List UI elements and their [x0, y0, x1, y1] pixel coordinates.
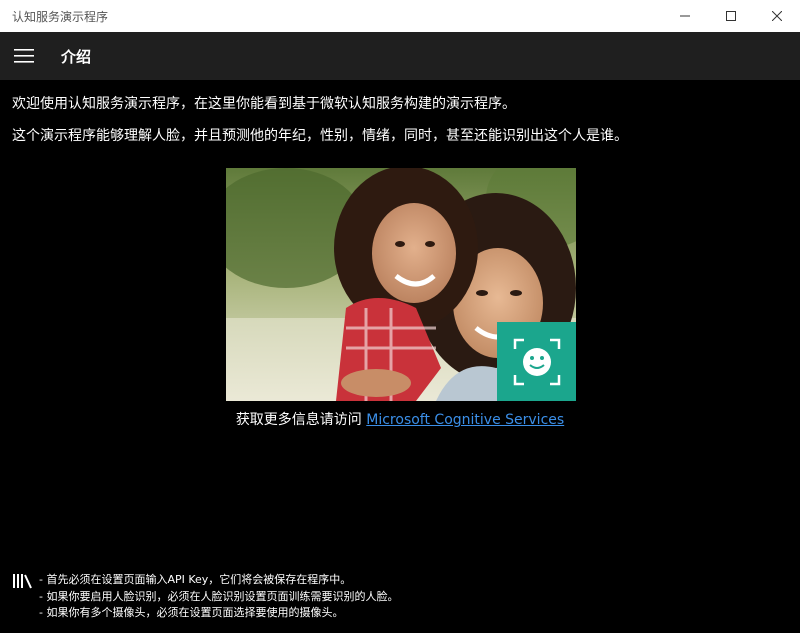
page-title: 介绍 [61, 48, 92, 66]
nav-header: 介绍 [0, 32, 800, 80]
maximize-button[interactable] [708, 0, 754, 32]
intro-text-capabilities: 这个演示程序能够理解人脸，并且预测他的年纪，性别，情绪，同时，甚至还能识别出这个… [12, 128, 628, 144]
maximize-icon [726, 11, 736, 21]
hero-image [226, 168, 576, 401]
footer-notes: - 首先必须在设置页面输入API Key，它们将会被保存在程序中。 - 如果你要… [0, 570, 800, 633]
minimize-icon [680, 15, 690, 17]
more-info-prefix: 获取更多信息请访问 [235, 412, 367, 428]
main-content: 欢迎使用认知服务演示程序，在这里你能看到基于微软认知服务构建的演示程序。 这个演… [0, 80, 800, 633]
note-item: - 如果你有多个摄像头，必须在设置页面选择要使用的摄像头。 [39, 606, 344, 619]
note-item: - 如果你要启用人脸识别，必须在人脸识别设置页面训练需要识别的人脸。 [39, 589, 399, 603]
more-info-line: 获取更多信息请访问 Microsoft Cognitive Services [0, 409, 800, 429]
notes-list: - 首先必须在设置页面输入API Key，它们将会被保存在程序中。 - 如果你要… [39, 572, 398, 622]
window-titlebar: 认知服务演示程序 [0, 0, 800, 32]
face-recognition-badge [497, 322, 576, 401]
microsoft-cognitive-services-link[interactable]: Microsoft Cognitive Services [366, 412, 564, 428]
close-button[interactable] [754, 0, 800, 32]
minimize-button[interactable] [662, 0, 708, 32]
library-books-icon [13, 574, 32, 589]
hamburger-menu-button[interactable] [0, 32, 48, 80]
window-title: 认知服务演示程序 [12, 10, 109, 24]
note-item: - 首先必须在设置页面输入API Key，它们将会被保存在程序中。 [39, 573, 352, 586]
close-icon [772, 11, 782, 21]
intro-text-welcome: 欢迎使用认知服务演示程序，在这里你能看到基于微软认知服务构建的演示程序。 [12, 96, 516, 112]
hamburger-icon [14, 49, 34, 63]
smiley-face-scan-icon [513, 338, 560, 385]
